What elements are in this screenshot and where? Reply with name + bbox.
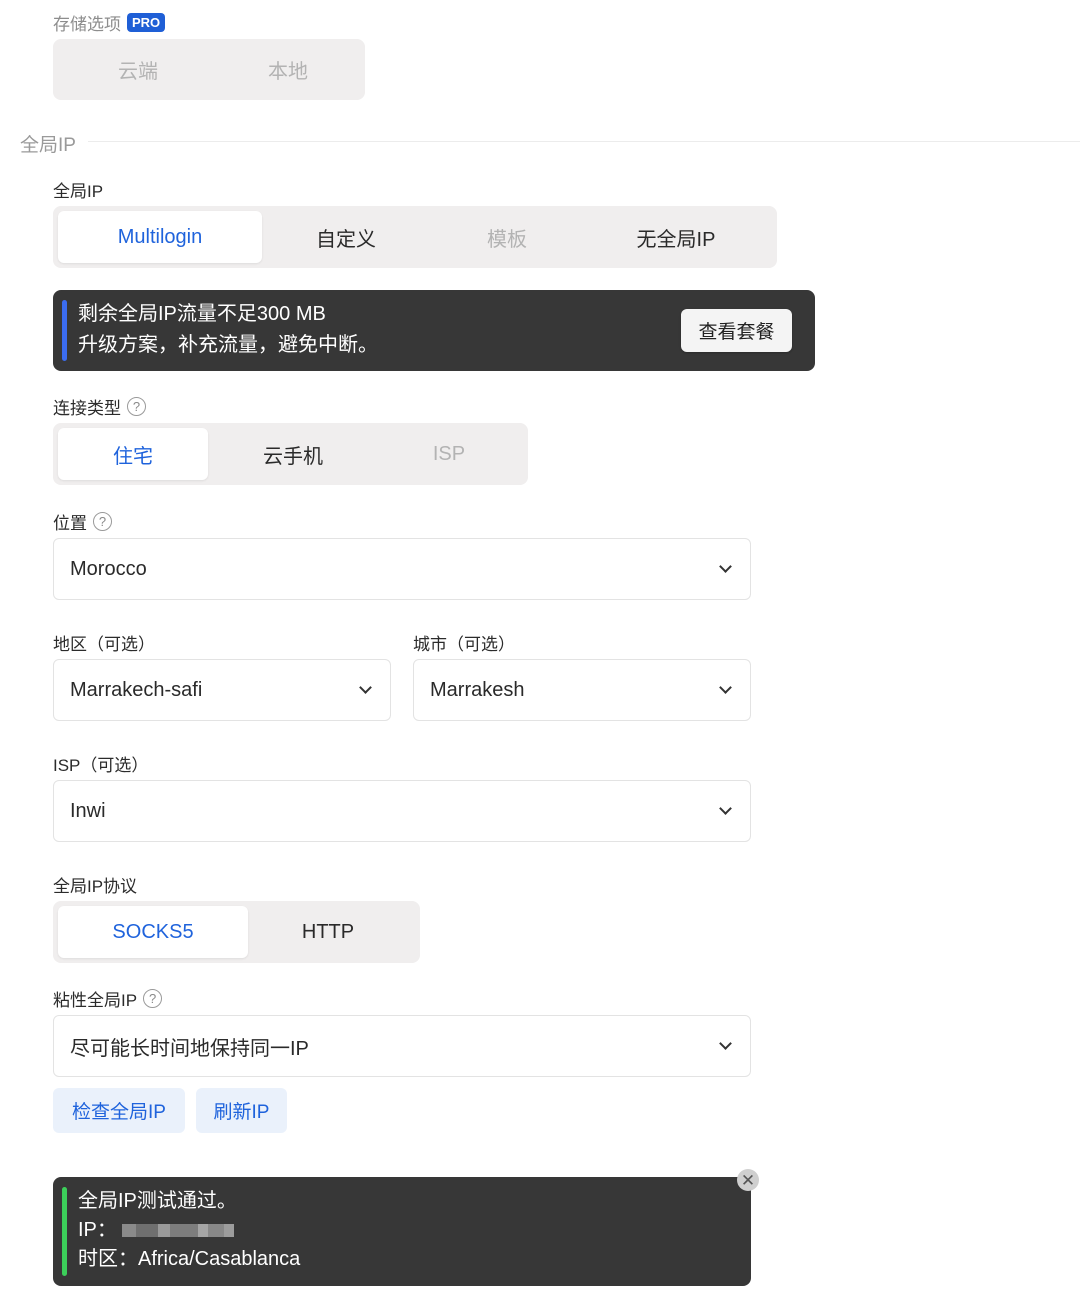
isp-select[interactable]: Inwi [53,780,751,842]
result-ip-label: IP： [78,1219,117,1241]
traffic-warning-banner: 剩余全局IP流量不足300 MB 升级方案，补充流量，避免中断。 查看套餐 [53,290,815,371]
protocol-label: 全局IP协议 [53,872,137,897]
connection-option-cloud-phone[interactable]: 云手机 [208,428,378,480]
storage-label-row: 存储选项 PRO [53,10,166,35]
refresh-ip-button[interactable]: 刷新IP [196,1088,287,1133]
location-label: 位置 ? [53,509,112,534]
region-label: 地区（可选） [53,630,155,655]
view-plans-button[interactable]: 查看套餐 [681,309,792,352]
banner-text: 剩余全局IP流量不足300 MB 升级方案，补充流量，避免中断。 [78,299,378,361]
region-label-text: 地区（可选） [53,635,155,654]
isp-label-text: ISP（可选） [53,756,149,775]
connection-option-isp: ISP [432,442,466,465]
sticky-ip-label-text: 粘性全局IP [53,991,138,1010]
result-line-1: 全局IP测试通过。 [78,1190,237,1212]
chevron-down-icon [359,681,372,694]
connection-type-label-text: 连接类型 [53,399,121,418]
protocol-label-text: 全局IP协议 [53,877,138,896]
city-label: 城市（可选） [413,630,515,655]
connection-option-residential[interactable]: 住宅 [58,428,208,480]
redacted-ip [122,1219,235,1241]
section-divider [88,141,1080,142]
isp-label: ISP（可选） [53,751,148,776]
chevron-down-icon [719,802,732,815]
result-timezone-row: 时区：Africa/Casablanca [78,1245,300,1274]
section-title-global-ip: 全局IP [20,135,76,156]
pro-badge: PRO [127,13,166,32]
chevron-down-icon [719,560,732,573]
global-ip-option-template: 模板 [487,228,527,251]
city-select[interactable]: Marrakesh [413,659,751,721]
ip-test-result-banner: 全局IP测试通过。 IP： 时区：Africa/Casablanca [53,1177,751,1286]
region-select[interactable]: Marrakech-safi [53,659,391,721]
banner-accent-bar [62,1187,67,1276]
sticky-ip-label: 粘性全局IP ? [53,986,163,1011]
city-select-value: Marrakesh [430,678,525,701]
sticky-ip-select[interactable]: 尽可能长时间地保持同一IP [53,1015,751,1077]
connection-type-segmented-control: 住宅 云手机 ISP [53,423,528,485]
chevron-down-icon [719,681,732,694]
result-text: 全局IP测试通过。 IP： 时区：Africa/Casablanca [78,1187,300,1274]
global-ip-option-none[interactable]: 无全局IP [584,211,768,263]
location-select-value: Morocco [70,557,147,580]
location-select[interactable]: Morocco [53,538,751,600]
global-ip-option-custom[interactable]: 自定义 [262,211,430,263]
result-ip-row: IP： [78,1216,300,1245]
protocol-segmented-control: SOCKS5 HTTP [53,901,420,963]
result-timezone-value: Africa/Casablanca [138,1248,301,1270]
storage-option-cloud: 云端 [118,61,158,83]
city-label-text: 城市（可选） [413,635,515,654]
storage-segmented-control: 云端 本地 [53,39,365,100]
help-icon[interactable]: ? [143,989,163,1008]
sticky-ip-select-value: 尽可能长时间地保持同一IP [70,1037,309,1060]
result-timezone-label: 时区： [78,1248,138,1270]
chevron-down-icon [719,1037,732,1050]
protocol-option-http[interactable]: HTTP [248,906,408,958]
check-global-ip-button[interactable]: 检查全局IP [53,1088,185,1133]
global-ip-label: 全局IP [53,177,103,202]
global-ip-label-text: 全局IP [53,182,104,201]
help-icon[interactable]: ? [93,512,112,531]
banner-line-2: 升级方案，补充流量，避免中断。 [78,334,378,356]
protocol-option-socks5[interactable]: SOCKS5 [58,906,248,958]
region-select-value: Marrakech-safi [70,678,203,701]
isp-select-value: Inwi [70,799,106,822]
location-label-text: 位置 [53,514,87,533]
storage-option-local: 本地 [268,61,308,83]
banner-line-1: 剩余全局IP流量不足300 MB [78,303,326,325]
global-ip-segmented-control: Multilogin 自定义 模板 无全局IP [53,206,777,268]
global-ip-option-multilogin[interactable]: Multilogin [58,211,262,263]
close-icon[interactable]: ✕ [737,1169,759,1191]
connection-type-label: 连接类型 ? [53,394,146,419]
storage-label: 存储选项 [53,15,121,34]
banner-accent-bar [62,300,67,361]
help-icon[interactable]: ? [127,397,146,416]
